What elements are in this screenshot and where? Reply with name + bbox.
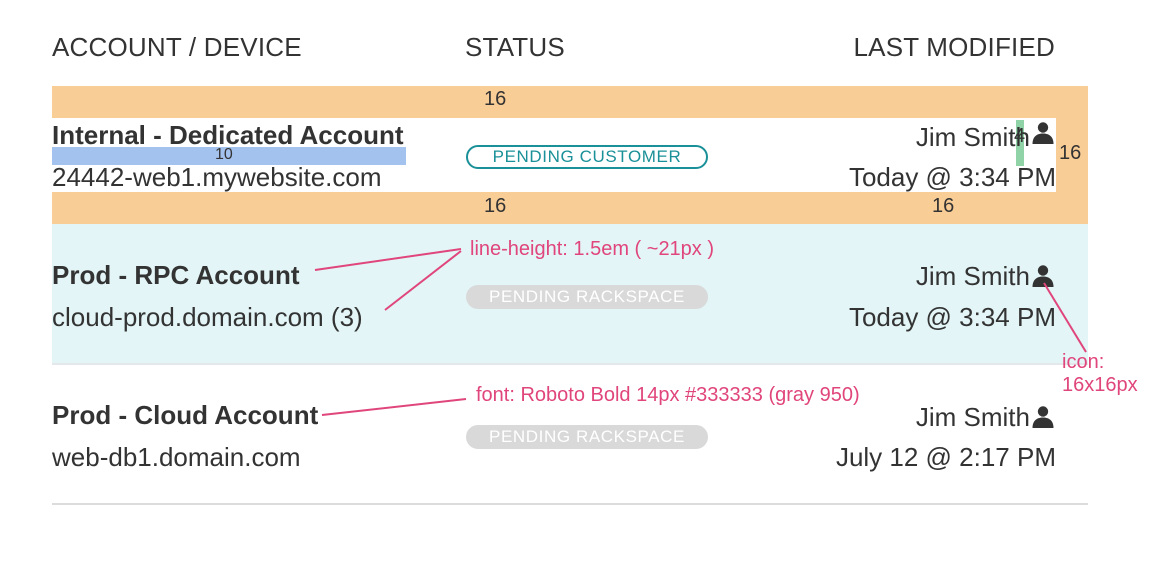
line-height-leader <box>384 250 462 311</box>
icon-size-annotation-line1: icon: <box>1062 351 1105 373</box>
font-leader <box>321 398 467 416</box>
icon-size-annotation-line2: 16x16px <box>1062 374 1138 396</box>
annotation-leaders <box>314 248 1087 416</box>
font-annotation: font: Roboto Bold 14px #333333 (gray 950… <box>476 384 860 406</box>
icon-leader <box>1043 282 1087 353</box>
line-height-annotation: line-height: 1.5em ( ~21px ) <box>470 238 715 260</box>
